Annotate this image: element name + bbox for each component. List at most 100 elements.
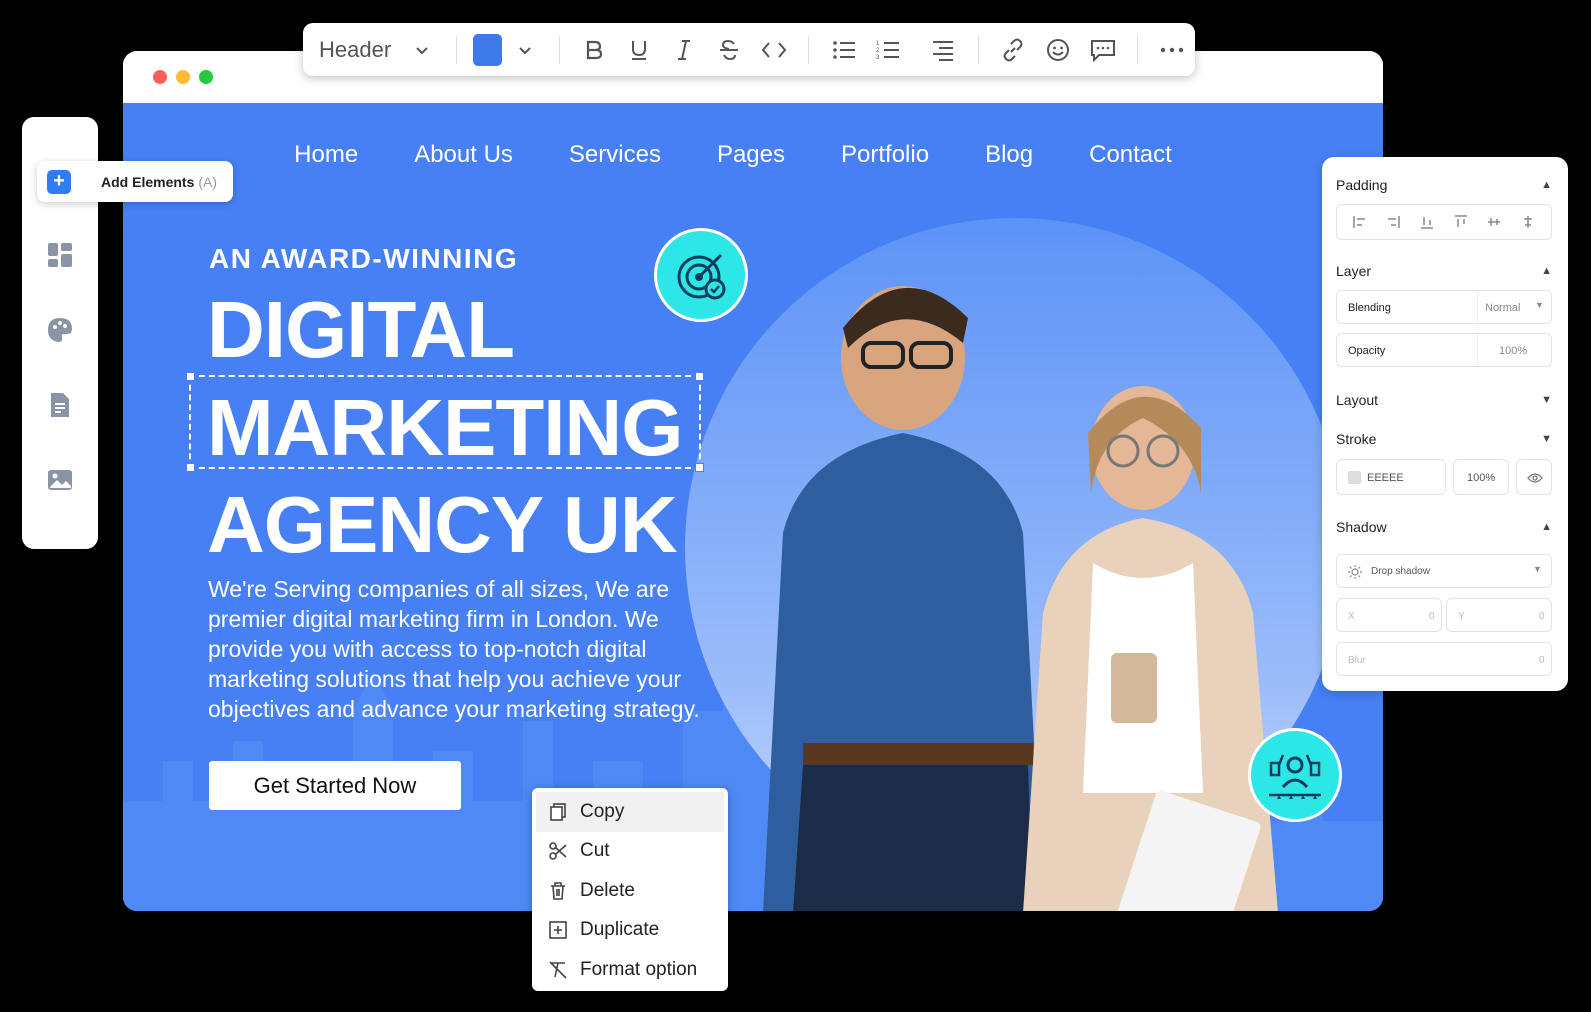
format-toolbar: Header 123 bbox=[303, 23, 1195, 76]
minimize-window-dot[interactable] bbox=[176, 70, 190, 84]
menu-item-duplicate[interactable]: Duplicate bbox=[532, 911, 728, 951]
align-bottom-edge-icon[interactable] bbox=[1420, 215, 1434, 229]
strikethrough-icon[interactable] bbox=[712, 32, 745, 68]
browser-window: Home About Us Services Pages Portfolio B… bbox=[123, 51, 1383, 911]
add-elements-button[interactable]: + Add Elements (A) bbox=[37, 161, 233, 202]
nav-services[interactable]: Services bbox=[569, 141, 661, 169]
shadow-x-field[interactable]: X 0 bbox=[1336, 598, 1442, 632]
nav-portfolio[interactable]: Portfolio bbox=[841, 141, 929, 169]
align-top-edge-icon[interactable] bbox=[1454, 215, 1468, 229]
chevron-up-icon[interactable]: ▲ bbox=[1541, 521, 1552, 533]
duplicate-icon bbox=[549, 921, 567, 940]
hero-headline-line-1: DIGITAL bbox=[207, 285, 515, 374]
svg-text:2: 2 bbox=[876, 48, 880, 54]
align-right-icon[interactable] bbox=[927, 32, 960, 68]
hero-headline-line-3: AGENCY UK bbox=[207, 480, 678, 569]
menu-item-label: Duplicate bbox=[580, 919, 660, 941]
shadow-section-title: Shadow bbox=[1336, 519, 1387, 535]
resize-handle-top-right[interactable] bbox=[695, 372, 704, 381]
scissors-icon bbox=[549, 842, 567, 861]
resize-handle-bottom-left[interactable] bbox=[186, 463, 195, 472]
stroke-visibility-toggle[interactable] bbox=[1516, 459, 1552, 495]
more-options-icon[interactable] bbox=[1156, 32, 1189, 68]
image-icon[interactable] bbox=[47, 467, 73, 493]
menu-item-copy[interactable]: Copy bbox=[536, 792, 724, 832]
shadow-y-field[interactable]: Y 0 bbox=[1446, 598, 1552, 632]
color-chevron-down-icon[interactable] bbox=[508, 32, 541, 68]
resize-handle-top-left[interactable] bbox=[186, 372, 195, 381]
nav-contact[interactable]: Contact bbox=[1089, 141, 1172, 169]
dashboard-icon[interactable] bbox=[47, 242, 73, 268]
menu-item-label: Delete bbox=[580, 879, 635, 901]
align-vertical-center-icon[interactable] bbox=[1487, 215, 1501, 229]
close-window-dot[interactable] bbox=[153, 70, 167, 84]
nav-blog[interactable]: Blog bbox=[985, 141, 1033, 169]
website-canvas: Home About Us Services Pages Portfolio B… bbox=[123, 103, 1383, 911]
menu-item-cut[interactable]: Cut bbox=[532, 832, 728, 872]
toolbar-divider bbox=[1137, 35, 1139, 64]
maximize-window-dot[interactable] bbox=[199, 70, 213, 84]
chevron-up-icon[interactable]: ▲ bbox=[1541, 265, 1552, 277]
context-menu: Copy Cut Delete Duplicate Format option bbox=[532, 788, 728, 991]
shadow-x-value: 0 bbox=[1429, 611, 1435, 622]
stroke-color-swatch bbox=[1348, 471, 1361, 484]
opacity-value: 100% bbox=[1499, 345, 1528, 357]
nav-pages[interactable]: Pages bbox=[717, 141, 785, 169]
clear-format-icon bbox=[549, 961, 567, 979]
menu-item-label: Format option bbox=[580, 958, 698, 980]
chevron-down-icon[interactable] bbox=[405, 32, 438, 68]
menu-item-delete[interactable]: Delete bbox=[532, 871, 728, 911]
nav-about-us[interactable]: About Us bbox=[414, 141, 513, 169]
nav-home[interactable]: Home bbox=[294, 141, 358, 169]
shadow-blur-label: Blur bbox=[1348, 655, 1366, 666]
chevron-down-icon[interactable]: ▼ bbox=[1541, 394, 1552, 406]
block-type-select[interactable]: Header bbox=[319, 37, 391, 63]
blending-label: Blending bbox=[1348, 302, 1391, 314]
stroke-section-title: Stroke bbox=[1336, 431, 1377, 447]
toolbar-divider bbox=[456, 35, 457, 64]
copy-icon bbox=[550, 802, 566, 821]
stroke-color-field[interactable]: EEEEE bbox=[1336, 459, 1446, 495]
site-nav: Home About Us Services Pages Portfolio B… bbox=[123, 141, 1383, 169]
eye-icon bbox=[1527, 473, 1543, 483]
hero-eyebrow: AN AWARD-WINNING bbox=[209, 243, 519, 274]
comment-icon[interactable] bbox=[1086, 32, 1119, 68]
italic-icon[interactable] bbox=[668, 32, 701, 68]
stroke-opacity-field[interactable]: 100% bbox=[1453, 459, 1509, 495]
code-icon[interactable] bbox=[757, 32, 790, 68]
underline-icon[interactable] bbox=[623, 32, 656, 68]
emoji-icon[interactable] bbox=[1041, 32, 1074, 68]
link-icon[interactable] bbox=[997, 32, 1030, 68]
text-color-swatch[interactable] bbox=[472, 33, 503, 66]
align-left-edge-icon[interactable] bbox=[1353, 215, 1367, 229]
chevron-up-icon[interactable]: ▲ bbox=[1541, 179, 1552, 191]
palette-icon[interactable] bbox=[47, 317, 73, 343]
properties-panel: Padding ▲ Layer ▲ Blending Normal ▼ Opac… bbox=[1322, 157, 1568, 691]
get-started-button[interactable]: Get Started Now bbox=[209, 761, 461, 810]
shadow-x-label: X bbox=[1348, 611, 1355, 622]
layer-section-title: Layer bbox=[1336, 263, 1372, 279]
opacity-label: Opacity bbox=[1348, 345, 1386, 357]
bold-icon[interactable] bbox=[578, 32, 611, 68]
trash-icon bbox=[551, 881, 565, 900]
numbered-list-icon[interactable]: 123 bbox=[872, 32, 905, 68]
document-icon[interactable] bbox=[47, 392, 73, 418]
svg-text:3: 3 bbox=[876, 55, 880, 61]
align-right-edge-icon[interactable] bbox=[1386, 215, 1401, 229]
bullet-list-icon[interactable] bbox=[827, 32, 860, 68]
stroke-color-value: EEEEE bbox=[1367, 472, 1404, 484]
thumbs-up-team-icon bbox=[1269, 754, 1321, 799]
menu-item-label: Copy bbox=[580, 800, 625, 822]
shadow-blur-value: 0 bbox=[1539, 655, 1545, 666]
shadow-type-select[interactable]: Drop shadow ▼ bbox=[1336, 554, 1552, 588]
chevron-down-icon[interactable]: ▼ bbox=[1541, 433, 1552, 445]
blending-value: Normal bbox=[1485, 302, 1521, 314]
menu-item-format-option[interactable]: Format option bbox=[532, 950, 728, 990]
opacity-field[interactable]: Opacity 100% bbox=[1336, 333, 1552, 367]
resize-handle-bottom-right[interactable] bbox=[695, 463, 704, 472]
shadow-blur-field[interactable]: Blur 0 bbox=[1336, 642, 1552, 676]
chevron-down-icon: ▼ bbox=[1535, 300, 1544, 310]
align-horizontal-center-icon[interactable] bbox=[1521, 215, 1535, 229]
shadow-type-value: Drop shadow bbox=[1371, 566, 1430, 577]
blending-select[interactable]: Blending Normal ▼ bbox=[1336, 290, 1552, 324]
